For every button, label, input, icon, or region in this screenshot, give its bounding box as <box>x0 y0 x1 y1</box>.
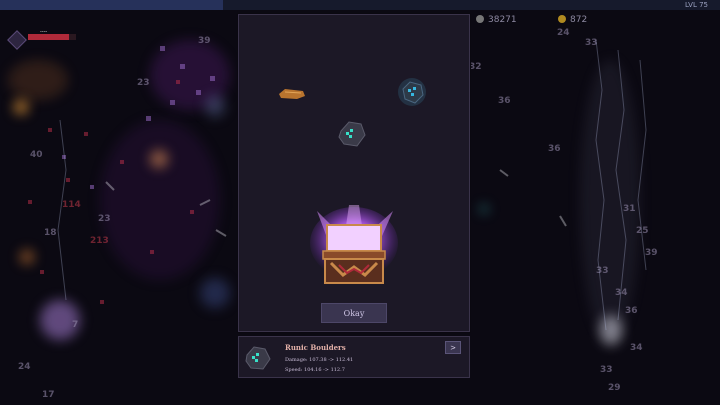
xp-bar-fill <box>0 0 224 10</box>
chest-reward-modal: Okay <box>238 14 470 332</box>
player-health: ---- <box>7 29 76 50</box>
item-name: Runic Boulders <box>285 343 346 352</box>
item-info-panel: Runic Boulders Damage: 107.38 -> 112.41 … <box>238 336 470 378</box>
skull-counter: 38271 <box>476 15 517 25</box>
item-speed-stat: Speed: 104.16 -> 112.7 <box>285 367 345 373</box>
coin-icon <box>558 15 566 23</box>
health-bar-fill <box>28 34 69 40</box>
boulder-icon <box>338 121 366 147</box>
xp-bar <box>0 0 720 10</box>
coin-count: 872 <box>570 15 588 25</box>
bone-icon <box>499 169 509 177</box>
item-scroll-icon <box>279 89 305 99</box>
skull-count: 38271 <box>488 15 517 25</box>
health-bar <box>28 34 76 40</box>
next-item-button[interactable]: > <box>445 341 461 354</box>
item-damage-stat: Damage: 107.38 -> 112.41 <box>285 357 354 363</box>
coin-counter: 872 <box>558 15 587 25</box>
skull-icon <box>476 15 484 23</box>
bone-icon <box>559 215 567 227</box>
bone-icon <box>215 229 227 237</box>
level-label: LVL 75 <box>685 1 708 9</box>
chest-icon <box>310 205 398 284</box>
health-text: ---- <box>40 29 48 35</box>
boulder-icon <box>245 346 271 370</box>
player-portrait-icon <box>7 30 27 50</box>
okay-button[interactable]: Okay <box>321 303 387 323</box>
blue-rune-stone-icon <box>398 78 426 106</box>
bone-icon <box>105 181 115 191</box>
bone-icon <box>199 199 211 206</box>
